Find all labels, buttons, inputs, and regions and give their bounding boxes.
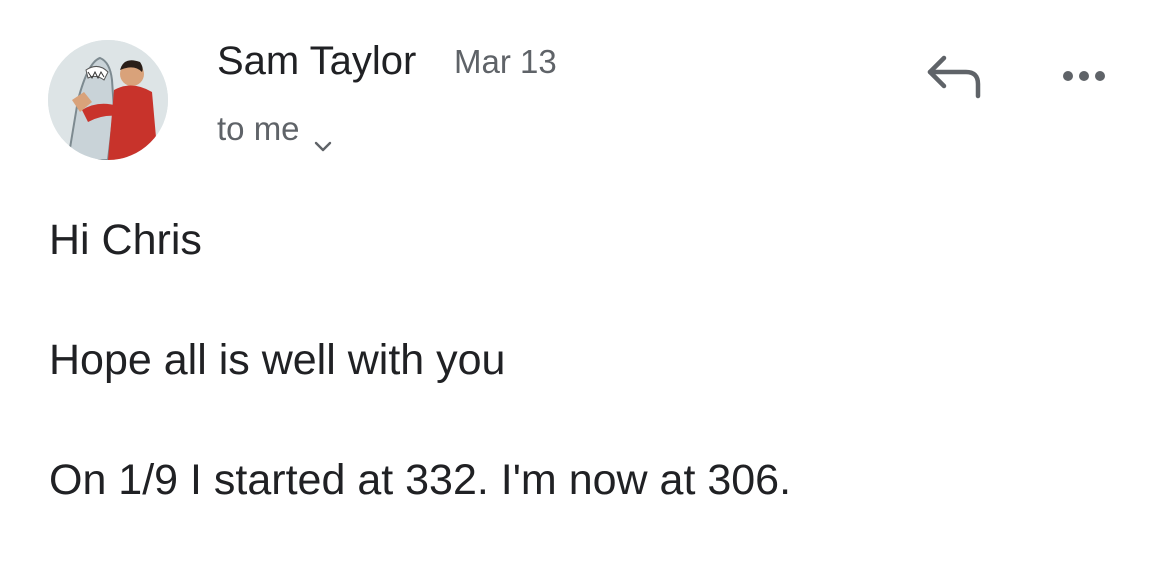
chevron-down-icon — [314, 123, 332, 152]
avatar[interactable] — [48, 40, 168, 160]
avatar-photo-icon — [48, 40, 168, 160]
message-date: Mar 13 — [454, 43, 557, 80]
more-horizontal-icon — [1063, 71, 1105, 81]
recipient-toggle[interactable]: to me — [217, 109, 332, 152]
reply-arrow-icon — [927, 55, 981, 99]
sender-name: Sam Taylor — [217, 39, 417, 83]
message-line: On 1/9 I started at 332. I'm now at 306. — [49, 456, 792, 504]
message-line: Hope all is well with you — [49, 336, 506, 384]
reply-button[interactable] — [922, 50, 986, 102]
message-greeting: Hi Chris — [49, 216, 202, 264]
recipient-label: to me — [217, 110, 300, 147]
more-options-button[interactable] — [1054, 58, 1114, 94]
